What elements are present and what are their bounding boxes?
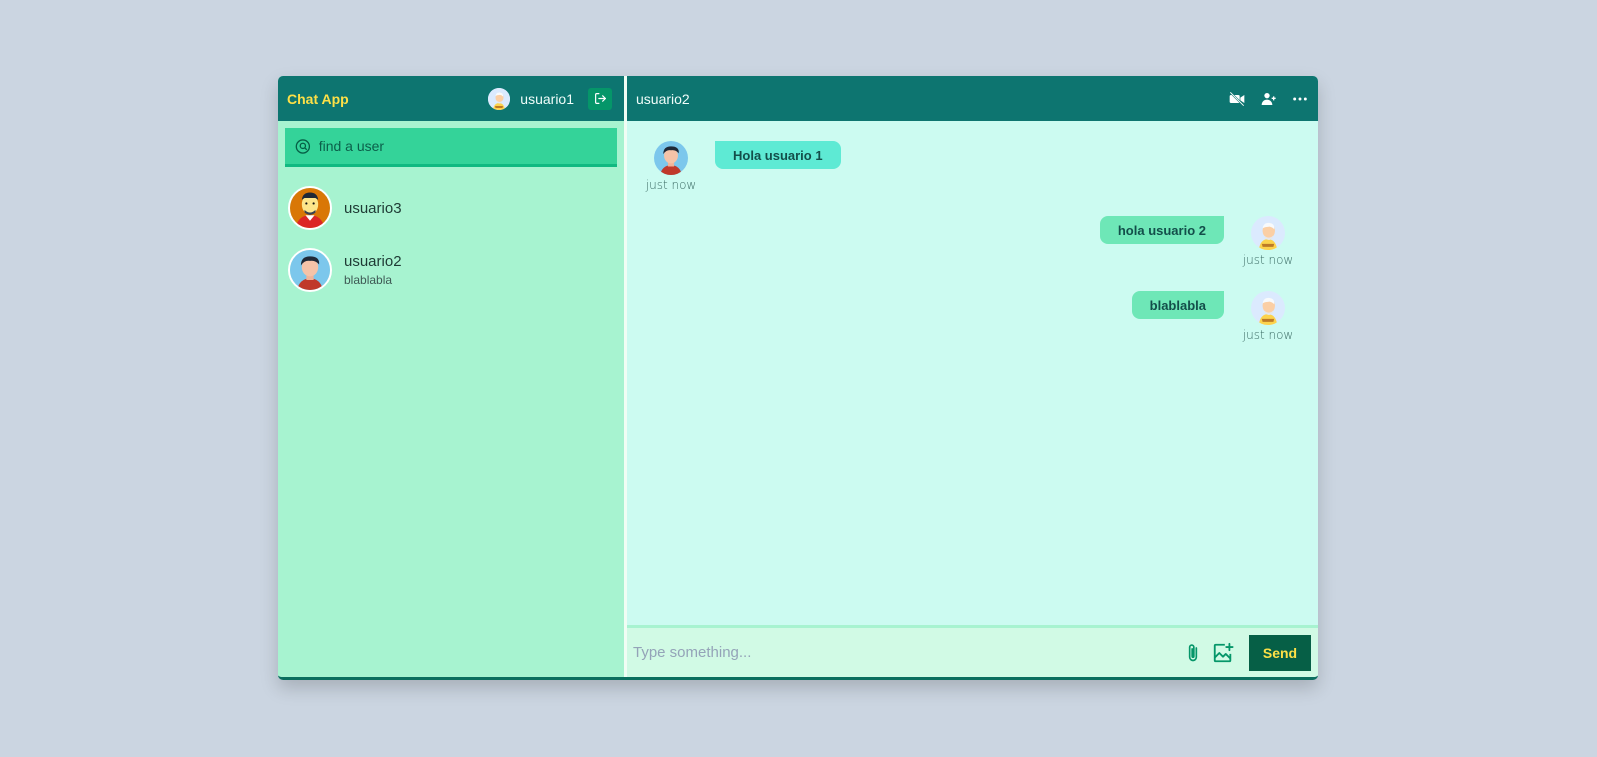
avatar: [1251, 216, 1285, 250]
more-options-button[interactable]: [1292, 91, 1308, 107]
message-outgoing: hola usuario 2 just now: [1099, 216, 1294, 267]
message-outgoing: blablabla just now: [1131, 291, 1294, 342]
user-list-item[interactable]: usuario2 blablabla: [278, 239, 624, 301]
video-off-icon: [1229, 91, 1245, 106]
logout-button[interactable]: [588, 87, 612, 110]
user-list: usuario3 usuario2 blablabla: [278, 177, 624, 301]
user-list-item[interactable]: usuario3: [278, 177, 624, 239]
chat-title: usuario2: [636, 90, 690, 107]
user-name: usuario3: [344, 199, 402, 217]
add-user-button[interactable]: [1260, 91, 1278, 107]
current-user: usuario1: [488, 87, 612, 110]
message-list: just now Hola usuario 1 hola usuario 2 j…: [627, 121, 1318, 625]
current-user-avatar: [488, 87, 511, 110]
avatar: [288, 248, 332, 292]
user-name: usuario2: [344, 253, 402, 270]
paperclip-icon: [1188, 643, 1198, 661]
add-image-icon: [1213, 642, 1234, 662]
avatar: [654, 141, 688, 175]
user-search: [285, 128, 617, 167]
send-button[interactable]: Send: [1249, 634, 1311, 671]
chat-panel: usuario2 just now Hola usuario 1 hola us…: [624, 76, 1318, 677]
attach-image-button[interactable]: [1211, 642, 1235, 664]
search-input[interactable]: [318, 138, 607, 154]
message-bubble: hola usuario 2: [1099, 216, 1224, 244]
avatar: [1251, 291, 1285, 325]
search-icon: [295, 138, 311, 154]
message-composer: Send: [627, 625, 1318, 677]
chat-app-window: Chat App usuario1 find a user usuario3 u…: [278, 76, 1318, 680]
more-icon: [1293, 97, 1307, 100]
message-input[interactable]: [633, 644, 1175, 661]
chat-header-actions: [1228, 91, 1308, 107]
message-time: just now: [1242, 328, 1294, 342]
logout-icon: [594, 93, 606, 104]
message-time: just now: [1242, 253, 1294, 267]
message-incoming: just now Hola usuario 1: [645, 141, 841, 192]
message-time: just now: [645, 178, 697, 192]
message-sender: just now: [1242, 216, 1294, 267]
avatar: [288, 186, 332, 230]
video-call-button[interactable]: [1228, 91, 1246, 107]
user-last-message: blablabla: [344, 273, 393, 287]
message-sender: just now: [645, 141, 697, 192]
message-bubble: blablabla: [1131, 291, 1224, 319]
message-sender: just now: [1242, 291, 1294, 342]
sidebar-header: Chat App usuario1: [278, 76, 624, 121]
current-user-name: usuario1: [520, 90, 574, 107]
add-user-icon: [1261, 92, 1276, 105]
app-brand: Chat App: [287, 90, 349, 107]
attach-file-button[interactable]: [1183, 642, 1203, 664]
chat-header: usuario2: [627, 76, 1318, 121]
message-bubble: Hola usuario 1: [715, 141, 841, 169]
sidebar: Chat App usuario1 find a user usuario3 u…: [278, 76, 624, 677]
